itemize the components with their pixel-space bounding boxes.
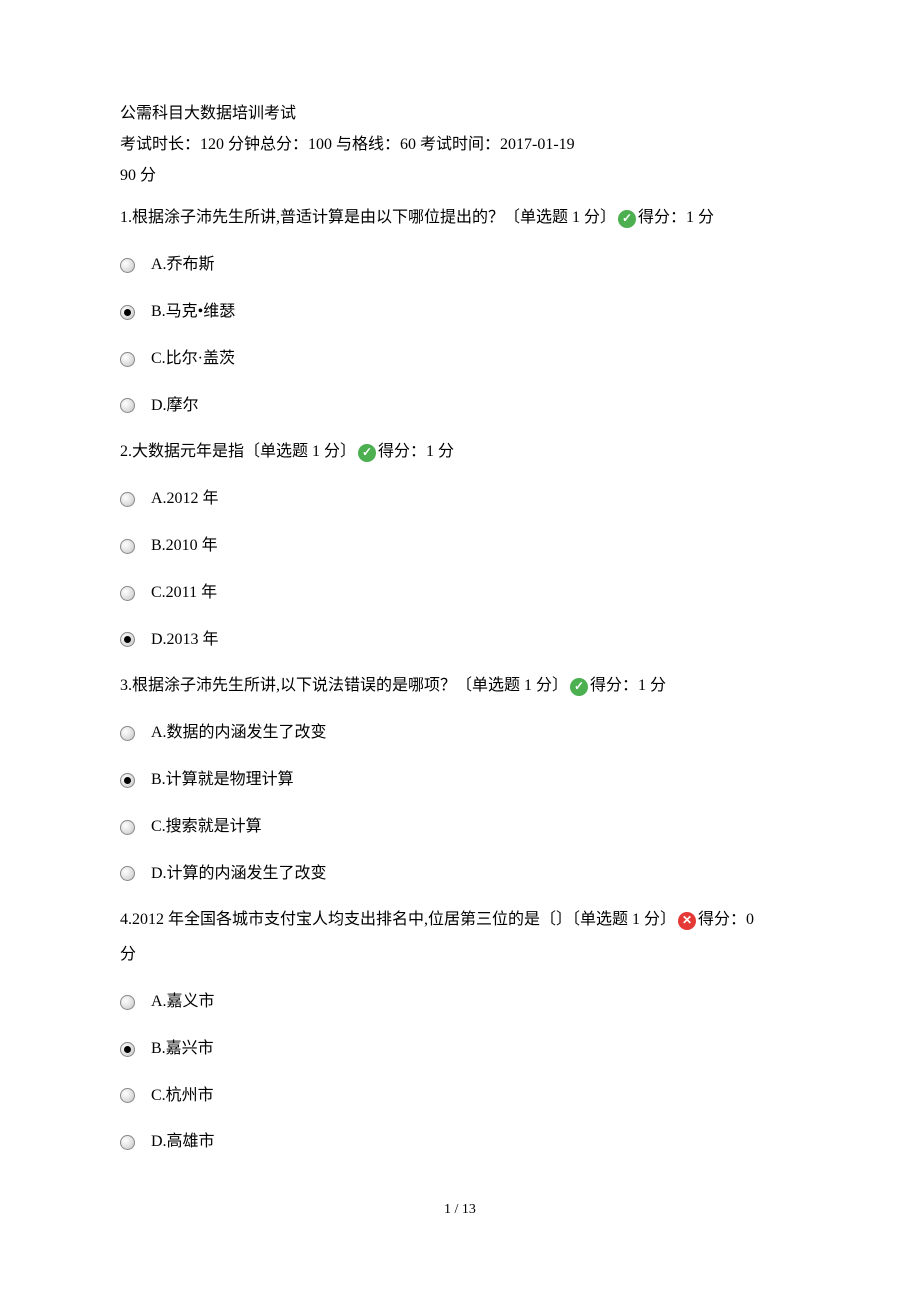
radio-icon[interactable] xyxy=(120,305,135,320)
option-list: A.2012 年 B.2010 年 C.2011 年 D.2013 年 xyxy=(120,485,800,654)
question-block: 3.根据涂子沛先生所讲,以下说法错误的是哪项？〔单选题 1 分〕✓得分：1 分 A… xyxy=(120,672,800,888)
option-item[interactable]: C.搜索就是计算 xyxy=(120,813,800,842)
radio-icon[interactable] xyxy=(120,1042,135,1057)
question-score: 得分：0 xyxy=(698,911,754,928)
option-label: D.高雄市 xyxy=(151,1128,215,1157)
option-label: C.2011 年 xyxy=(151,579,217,608)
option-label: B.计算就是物理计算 xyxy=(151,766,294,795)
question-text: 3.根据涂子沛先生所讲,以下说法错误的是哪项？〔单选题 1 分〕✓得分：1 分 xyxy=(120,672,800,701)
radio-icon[interactable] xyxy=(120,492,135,507)
question-block: 4.2012 年全国各城市支付宝人均支出排名中,位居第三位的是〔〕〔单选题 1 … xyxy=(120,906,800,1157)
question-text: 4.2012 年全国各城市支付宝人均支出排名中,位居第三位的是〔〕〔单选题 1 … xyxy=(120,906,800,935)
option-item[interactable]: D.计算的内涵发生了改变 xyxy=(120,860,800,889)
radio-icon[interactable] xyxy=(120,398,135,413)
option-item[interactable]: D.2013 年 xyxy=(120,626,800,655)
question-score: 得分：1 分 xyxy=(590,677,666,694)
radio-icon[interactable] xyxy=(120,586,135,601)
question-score: 得分：1 分 xyxy=(638,209,714,226)
radio-icon[interactable] xyxy=(120,539,135,554)
radio-icon[interactable] xyxy=(120,820,135,835)
exam-title: 公需科目大数据培训考试 xyxy=(120,100,800,129)
option-list: A.数据的内涵发生了改变 B.计算就是物理计算 C.搜索就是计算 D.计算的内涵发生了… xyxy=(120,719,800,888)
option-item[interactable]: C.2011 年 xyxy=(120,579,800,608)
final-score: 90 分 xyxy=(120,162,800,191)
option-label: D.计算的内涵发生了改变 xyxy=(151,860,327,889)
question-prefix: 4.2012 年全国各城市支付宝人均支出排名中,位居第三位的是〔〕〔单选题 1 … xyxy=(120,911,676,928)
question-text: 2.大数据元年是指〔单选题 1 分〕✓得分：1 分 xyxy=(120,438,800,467)
option-list: A.乔布斯 B.马克•维瑟 C.比尔·盖茨 D.摩尔 xyxy=(120,251,800,420)
radio-icon[interactable] xyxy=(120,1088,135,1103)
question-prefix: 2.大数据元年是指〔单选题 1 分〕 xyxy=(120,443,356,460)
option-label: A.2012 年 xyxy=(151,485,219,514)
option-item[interactable]: A.2012 年 xyxy=(120,485,800,514)
option-list: A.嘉义市 B.嘉兴市 C.杭州市 D.高雄市 xyxy=(120,988,800,1157)
option-label: D.摩尔 xyxy=(151,392,199,421)
option-item[interactable]: B.马克•维瑟 xyxy=(120,298,800,327)
question-prefix: 1.根据涂子沛先生所讲,普适计算是由以下哪位提出的？〔单选题 1 分〕 xyxy=(120,209,616,226)
check-icon: ✓ xyxy=(570,678,588,696)
question-block: 2.大数据元年是指〔单选题 1 分〕✓得分：1 分 A.2012 年 B.2010 … xyxy=(120,438,800,654)
option-item[interactable]: B.嘉兴市 xyxy=(120,1035,800,1064)
question-score: 得分：1 分 xyxy=(378,443,454,460)
radio-icon[interactable] xyxy=(120,726,135,741)
option-label: A.嘉义市 xyxy=(151,988,215,1017)
option-item[interactable]: B.计算就是物理计算 xyxy=(120,766,800,795)
option-label: B.2010 年 xyxy=(151,532,218,561)
option-label: B.马克•维瑟 xyxy=(151,298,235,327)
option-label: C.搜索就是计算 xyxy=(151,813,262,842)
radio-icon[interactable] xyxy=(120,773,135,788)
option-item[interactable]: D.摩尔 xyxy=(120,392,800,421)
radio-icon[interactable] xyxy=(120,1135,135,1150)
radio-icon[interactable] xyxy=(120,866,135,881)
radio-icon[interactable] xyxy=(120,632,135,647)
cross-icon: ✕ xyxy=(678,912,696,930)
page-footer: 1 / 13 xyxy=(120,1197,800,1222)
option-item[interactable]: C.比尔·盖茨 xyxy=(120,345,800,374)
question-prefix: 3.根据涂子沛先生所讲,以下说法错误的是哪项？〔单选题 1 分〕 xyxy=(120,677,568,694)
option-label: C.杭州市 xyxy=(151,1082,214,1111)
radio-icon[interactable] xyxy=(120,258,135,273)
option-item[interactable]: A.数据的内涵发生了改变 xyxy=(120,719,800,748)
option-label: D.2013 年 xyxy=(151,626,219,655)
option-item[interactable]: D.高雄市 xyxy=(120,1128,800,1157)
question-block: 1.根据涂子沛先生所讲,普适计算是由以下哪位提出的？〔单选题 1 分〕✓得分：1… xyxy=(120,204,800,420)
option-label: A.乔布斯 xyxy=(151,251,215,280)
option-label: C.比尔·盖茨 xyxy=(151,345,235,374)
option-item[interactable]: B.2010 年 xyxy=(120,532,800,561)
option-label: A.数据的内涵发生了改变 xyxy=(151,719,327,748)
question-text: 1.根据涂子沛先生所讲,普适计算是由以下哪位提出的？〔单选题 1 分〕✓得分：1… xyxy=(120,204,800,233)
radio-icon[interactable] xyxy=(120,995,135,1010)
check-icon: ✓ xyxy=(618,210,636,228)
exam-meta: 考试时长：120 分钟总分：100 与格线：60 考试时间：2017-01-19 xyxy=(120,131,800,160)
option-item[interactable]: C.杭州市 xyxy=(120,1082,800,1111)
option-label: B.嘉兴市 xyxy=(151,1035,214,1064)
option-item[interactable]: A.嘉义市 xyxy=(120,988,800,1017)
check-icon: ✓ xyxy=(358,444,376,462)
question-score-line2: 分 xyxy=(120,941,800,970)
radio-icon[interactable] xyxy=(120,352,135,367)
option-item[interactable]: A.乔布斯 xyxy=(120,251,800,280)
